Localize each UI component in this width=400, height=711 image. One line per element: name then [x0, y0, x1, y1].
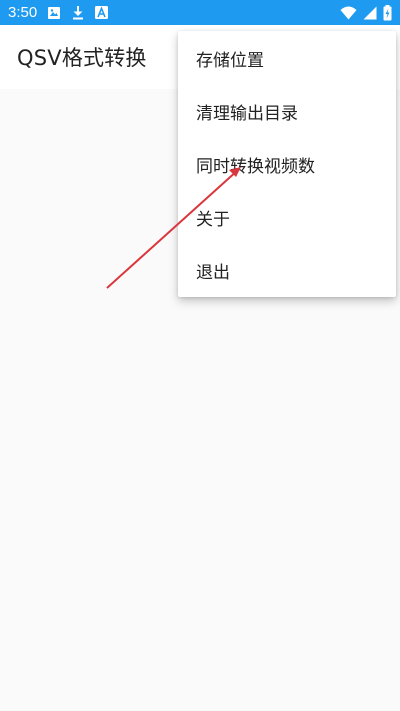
download-icon: [71, 5, 85, 20]
app-title: QSV格式转换: [17, 46, 147, 70]
image-icon: [47, 6, 61, 20]
menu-item-label: 退出: [196, 263, 230, 283]
menu-item-clear-output[interactable]: 清理输出目录: [178, 85, 396, 138]
menu-item-exit[interactable]: 退出: [178, 244, 396, 297]
a-badge-icon: [95, 6, 109, 19]
battery-charging-icon: [383, 4, 392, 21]
menu-item-label: 关于: [196, 210, 230, 230]
status-time: 3:50: [8, 4, 38, 21]
menu-item-label: 存储位置: [196, 51, 264, 71]
overflow-menu: 存储位置 清理输出目录 同时转换视频数 关于 退出: [178, 31, 396, 297]
menu-item-label: 清理输出目录: [196, 104, 298, 124]
signal-icon: [363, 6, 377, 20]
status-bar: 3:50: [0, 0, 400, 25]
menu-item-about[interactable]: 关于: [178, 191, 396, 244]
system-icons: [340, 4, 392, 21]
menu-item-storage-location[interactable]: 存储位置: [178, 32, 396, 85]
notification-icons: [47, 5, 109, 20]
wifi-icon: [340, 6, 357, 20]
menu-item-concurrent-conversions[interactable]: 同时转换视频数: [178, 138, 396, 191]
menu-item-label: 同时转换视频数: [196, 157, 315, 177]
